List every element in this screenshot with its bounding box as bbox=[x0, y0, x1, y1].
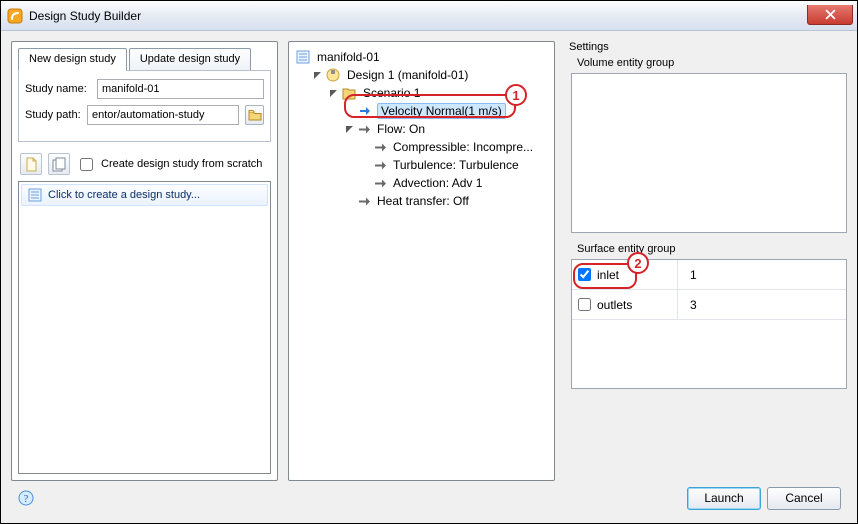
app-icon bbox=[7, 8, 23, 24]
study-path-input[interactable] bbox=[87, 105, 239, 125]
tab-label: New design study bbox=[29, 53, 116, 65]
scratch-row: Create design study from scratch bbox=[12, 149, 277, 181]
create-from-scratch-checkbox[interactable] bbox=[80, 158, 93, 171]
study-list-prompt-label: Click to create a design study... bbox=[48, 189, 200, 201]
tree-label: Scenario 1 bbox=[361, 86, 422, 100]
help-icon[interactable]: ? bbox=[17, 489, 35, 507]
annotation-callout-2: 2 bbox=[627, 252, 649, 274]
window-title: Design Study Builder bbox=[29, 9, 807, 23]
arrow-right-icon bbox=[373, 158, 387, 172]
new-doc-button[interactable] bbox=[20, 153, 42, 175]
expander-icon[interactable] bbox=[311, 69, 323, 81]
arrow-right-icon bbox=[357, 194, 371, 208]
svg-text:?: ? bbox=[24, 493, 29, 505]
surface-entity-group-title: Surface entity group bbox=[577, 243, 847, 255]
create-from-scratch-label: Create design study from scratch bbox=[101, 158, 262, 170]
surface-row-value: 1 bbox=[678, 268, 697, 282]
settings-panel: Settings Volume entity group Surface ent… bbox=[565, 41, 847, 481]
copy-doc-button[interactable] bbox=[48, 153, 70, 175]
dialog-footer: ? Launch Cancel bbox=[11, 481, 847, 515]
left-panel: New design study Update design study Stu… bbox=[11, 41, 278, 481]
tree-turbulence[interactable]: Turbulence: Turbulence bbox=[295, 156, 548, 174]
surface-row-name: inlet bbox=[597, 268, 619, 282]
study-list-prompt[interactable]: Click to create a design study... bbox=[21, 184, 268, 206]
launch-button[interactable]: Launch bbox=[687, 487, 761, 510]
settings-title: Settings bbox=[569, 41, 847, 53]
study-name-label: Study name: bbox=[25, 83, 91, 95]
tree-advection[interactable]: Advection: Adv 1 bbox=[295, 174, 548, 192]
surface-inlet-checkbox[interactable] bbox=[578, 268, 591, 281]
study-tabs: New design study Update design study bbox=[12, 42, 277, 71]
tree-design[interactable]: Design 1 (manifold-01) bbox=[295, 66, 548, 84]
tree-label: Heat transfer: Off bbox=[375, 194, 471, 208]
button-label: Launch bbox=[704, 491, 743, 505]
expander-icon[interactable] bbox=[343, 123, 355, 135]
study-name-input[interactable] bbox=[97, 79, 264, 99]
tab-new-design-study[interactable]: New design study bbox=[18, 48, 127, 71]
arrow-right-icon bbox=[373, 140, 387, 154]
surface-outlets-checkbox[interactable] bbox=[578, 298, 591, 311]
surface-row-value: 3 bbox=[678, 298, 697, 312]
surface-row-outlets[interactable]: outlets 3 bbox=[572, 290, 846, 320]
tree-compressible[interactable]: Compressible: Incompre... bbox=[295, 138, 548, 156]
table-icon bbox=[295, 49, 311, 65]
arrow-right-icon bbox=[373, 176, 387, 190]
scenario-tree[interactable]: manifold-01 Design 1 (manifold-01) bbox=[295, 48, 548, 210]
list-icon bbox=[28, 188, 42, 202]
tree-panel: manifold-01 Design 1 (manifold-01) bbox=[288, 41, 555, 481]
tree-heat-transfer[interactable]: Heat transfer: Off bbox=[295, 192, 548, 210]
tab-body-new: Study name: Study path: bbox=[18, 70, 271, 142]
tree-label: manifold-01 bbox=[315, 50, 382, 64]
browse-path-button[interactable] bbox=[245, 105, 264, 125]
tree-label: Compressible: Incompre... bbox=[391, 140, 535, 154]
client-area: New design study Update design study Stu… bbox=[1, 31, 857, 523]
surface-row-name: outlets bbox=[597, 298, 632, 312]
volume-entity-listbox[interactable] bbox=[571, 73, 847, 233]
cancel-button[interactable]: Cancel bbox=[767, 487, 841, 510]
tree-label: Velocity Normal(1 m/s) bbox=[377, 103, 506, 119]
scenario-icon bbox=[341, 85, 357, 101]
annotation-callout-1: 1 bbox=[505, 84, 527, 106]
arrow-right-icon bbox=[357, 122, 371, 136]
design-study-builder-window: Design Study Builder New design study Up… bbox=[0, 0, 858, 524]
study-list[interactable]: Click to create a design study... bbox=[18, 181, 271, 474]
design-icon bbox=[325, 67, 341, 83]
study-path-label: Study path: bbox=[25, 109, 81, 121]
tab-update-design-study[interactable]: Update design study bbox=[129, 48, 251, 71]
tree-label: Design 1 (manifold-01) bbox=[345, 68, 470, 82]
titlebar: Design Study Builder bbox=[1, 1, 857, 31]
volume-entity-group-title: Volume entity group bbox=[577, 57, 847, 69]
tree-label: Flow: On bbox=[375, 122, 427, 136]
button-label: Cancel bbox=[785, 491, 822, 505]
window-close-button[interactable] bbox=[807, 5, 853, 25]
tree-root[interactable]: manifold-01 bbox=[295, 48, 548, 66]
surface-row-inlet[interactable]: inlet 1 bbox=[572, 260, 846, 290]
expander-icon[interactable] bbox=[327, 87, 339, 99]
velocity-icon bbox=[357, 103, 373, 119]
tab-label: Update design study bbox=[140, 53, 240, 65]
surface-entity-table: inlet 1 outlets 3 bbox=[571, 259, 847, 389]
tree-label: Turbulence: Turbulence bbox=[391, 158, 521, 172]
tree-label: Advection: Adv 1 bbox=[391, 176, 484, 190]
tree-flow[interactable]: Flow: On bbox=[295, 120, 548, 138]
